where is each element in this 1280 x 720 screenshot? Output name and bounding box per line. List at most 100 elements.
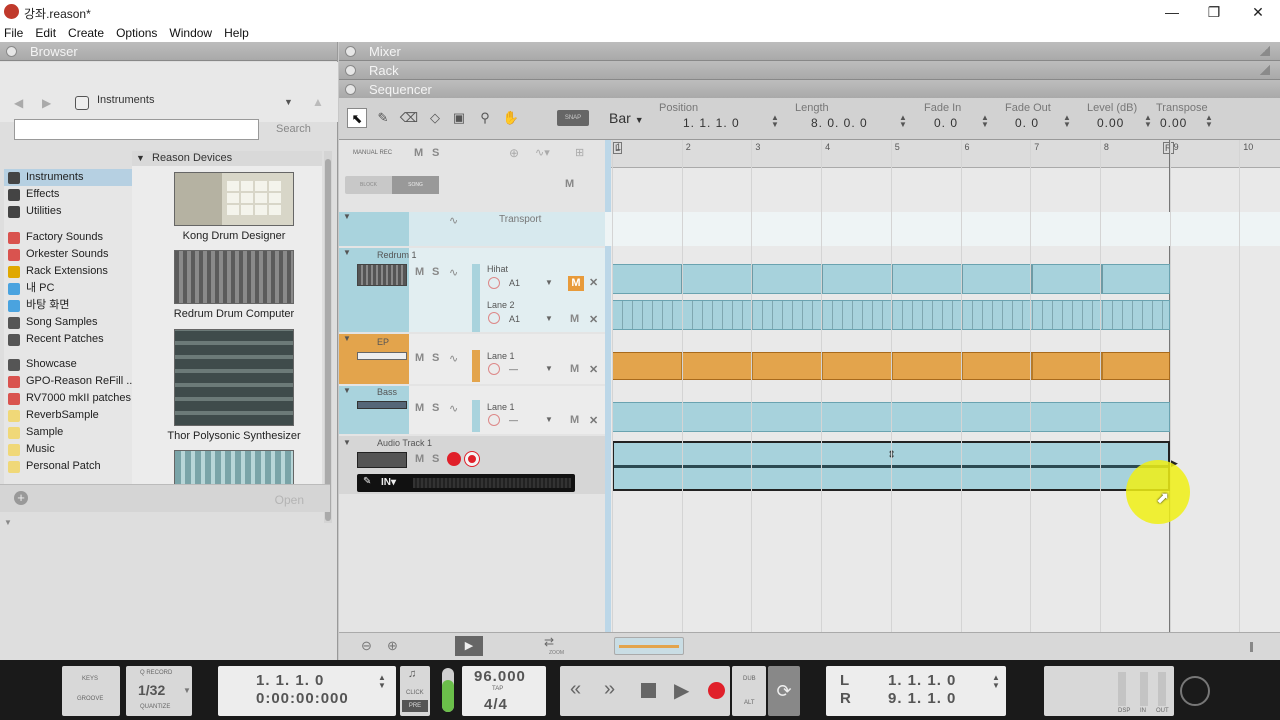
collapse-triangle-icon[interactable]: ▼ xyxy=(343,248,351,257)
fast-forward-icon[interactable]: » xyxy=(604,678,615,701)
fade-in-spinner-icon[interactable]: ▲ ▼ xyxy=(981,114,989,129)
menu-create[interactable]: Create xyxy=(68,26,104,40)
wrench-icon[interactable]: ✎ xyxy=(363,476,371,487)
zoom-in-icon[interactable]: ⊕ xyxy=(387,638,398,654)
minimize-icon[interactable]: — xyxy=(1150,0,1194,24)
add-location-icon[interactable]: + xyxy=(14,491,28,505)
track-mute-button[interactable]: M xyxy=(415,266,424,278)
location-item[interactable]: Sample xyxy=(4,424,132,441)
detach-icon[interactable] xyxy=(1260,46,1270,56)
position-bars-value[interactable]: 1. 1. 1. 0 xyxy=(256,672,324,689)
transport-track[interactable]: ▼ ∿ Transport xyxy=(339,212,605,246)
track-solo-button[interactable]: S xyxy=(432,352,439,364)
length-field[interactable]: Length 8. 0. 0. 0 xyxy=(795,102,868,130)
forward-arrow-icon[interactable]: ▶ xyxy=(42,96,51,110)
device-thor[interactable]: Thor Polysonic Synthesizer xyxy=(167,329,301,442)
automation-icon[interactable]: ∿ xyxy=(449,214,458,227)
loop-left-value[interactable]: 1. 1. 1. 0 xyxy=(888,672,956,689)
position-spinner-icon[interactable]: ▲ ▼ xyxy=(378,674,386,690)
location-item[interactable]: RV7000 mkII patches xyxy=(4,390,132,407)
scrollbar-thumb[interactable] xyxy=(325,159,331,521)
location-item[interactable]: Showcase xyxy=(4,356,132,373)
loop-right-value[interactable]: 9. 1. 1. 0 xyxy=(888,690,956,707)
panel-fold-icon[interactable] xyxy=(6,46,17,57)
audio-input-select[interactable]: IN▾ xyxy=(381,477,396,488)
audio-input-bar[interactable]: ✎ IN▾ xyxy=(357,474,575,492)
lane-name[interactable]: Lane 1 xyxy=(487,402,515,412)
location-dropdown-icon[interactable]: ▼ xyxy=(284,97,293,107)
delete-lane-icon[interactable]: ✕ xyxy=(589,276,598,289)
quantize-value-select[interactable]: 1/32 xyxy=(138,682,165,698)
track-name[interactable]: Bass xyxy=(377,387,397,397)
browser-scrollbar[interactable] xyxy=(324,151,332,523)
collapse-triangle-icon[interactable]: ▼ xyxy=(343,212,351,221)
master-solo-button[interactable]: S xyxy=(432,147,439,159)
precount-button[interactable]: PRE xyxy=(402,700,428,712)
stop-icon[interactable] xyxy=(641,683,656,698)
delete-lane-icon[interactable]: ✕ xyxy=(589,414,598,427)
lane-name[interactable]: Lane 1 xyxy=(487,351,515,361)
dub-button[interactable]: DUB xyxy=(743,676,756,682)
song-position-display[interactable]: 1. 1. 1. 0 0:00:00:000 ▲ ▼ xyxy=(218,666,396,716)
song-overview-scrollbar[interactable] xyxy=(614,637,684,655)
panel-fold-icon[interactable] xyxy=(345,84,356,95)
track-mute-button[interactable]: M xyxy=(415,453,424,465)
location-item[interactable]: Song Samples xyxy=(4,314,132,331)
tempo-value[interactable]: 96.000 xyxy=(474,668,526,685)
up-folder-icon[interactable]: ▲ xyxy=(312,95,324,109)
click-level-slider[interactable] xyxy=(442,668,454,712)
lane-clip[interactable]: — xyxy=(509,364,518,374)
location-item[interactable]: GPO-Reason ReFill ... xyxy=(4,373,135,390)
fade-out-spinner-icon[interactable]: ▲ ▼ xyxy=(1063,114,1071,129)
lane-mute-button[interactable]: M xyxy=(570,414,579,426)
song-button[interactable]: SONG xyxy=(392,176,439,194)
keys-button[interactable]: KEYS xyxy=(82,676,98,682)
automation-icon[interactable]: ∿ xyxy=(449,402,458,415)
current-location[interactable]: Instruments xyxy=(97,94,154,106)
lane-name[interactable]: Hihat xyxy=(487,264,508,274)
position-field[interactable]: Position 1. 1. 1. 0 xyxy=(659,102,740,130)
add-track-icon[interactable]: ⊕ xyxy=(509,146,519,160)
song-mute-button[interactable]: M xyxy=(565,178,574,190)
q-record-label[interactable]: Q RECORD xyxy=(140,670,172,676)
mixer-header[interactable]: Mixer xyxy=(339,42,1280,61)
lane-mute-button[interactable]: M xyxy=(570,363,579,375)
eraser-tool-icon[interactable]: ⌫ xyxy=(399,108,419,128)
lane-name[interactable]: Lane 2 xyxy=(487,300,515,310)
panel-fold-icon[interactable] xyxy=(345,65,356,76)
pencil-tool-icon[interactable]: ✎ xyxy=(373,108,393,128)
record-arm-icon[interactable] xyxy=(488,312,500,324)
track-name[interactable]: Redrum 1 xyxy=(377,250,417,260)
track-mute-button[interactable]: M xyxy=(415,352,424,364)
location-item[interactable]: Recent Patches xyxy=(4,331,132,348)
lane-clip[interactable]: A1 xyxy=(509,278,520,288)
track-solo-button[interactable]: S xyxy=(432,266,439,278)
location-item[interactable]: 바탕 화면 xyxy=(4,297,132,314)
block-song-switch[interactable]: BLOCK SONG xyxy=(345,176,439,194)
menu-edit[interactable]: Edit xyxy=(35,26,56,40)
track-name[interactable]: EP xyxy=(377,337,389,347)
fade-out-value[interactable]: 0. 0 xyxy=(1005,116,1051,130)
hand-tool-icon[interactable]: ✋ xyxy=(501,108,521,128)
close-icon[interactable]: ✕ xyxy=(1236,0,1280,24)
lane-mute-button-active[interactable]: M xyxy=(568,276,584,291)
timeline-ruler[interactable] xyxy=(605,140,1280,168)
tap-button[interactable]: TAP xyxy=(492,686,503,692)
maximize-icon[interactable]: ❐ xyxy=(1192,0,1236,24)
record-icon[interactable] xyxy=(708,682,725,699)
position-time-value[interactable]: 0:00:00:000 xyxy=(256,690,349,707)
search-input[interactable] xyxy=(14,119,259,140)
metronome-icon[interactable]: ♫ xyxy=(408,668,416,680)
location-item[interactable]: Music xyxy=(4,441,132,458)
automation-icon[interactable]: ∿▾ xyxy=(535,146,550,159)
fade-out-field[interactable]: Fade Out 0. 0 xyxy=(1005,102,1051,130)
transpose-field[interactable]: Transpose 0.00 xyxy=(1156,102,1208,130)
transpose-value[interactable]: 0.00 xyxy=(1156,116,1208,130)
location-item[interactable]: 내 PC xyxy=(4,280,132,297)
rewind-icon[interactable]: « xyxy=(570,678,581,701)
automation-icon[interactable]: ∿ xyxy=(449,266,458,279)
transpose-spinner-icon[interactable]: ▲ ▼ xyxy=(1205,114,1213,129)
location-item[interactable]: Orkester Sounds xyxy=(4,246,132,263)
horizontal-zoom-icon[interactable]: ⇄ xyxy=(544,635,554,649)
device-kong[interactable]: Kong Drum Designer xyxy=(174,172,294,242)
